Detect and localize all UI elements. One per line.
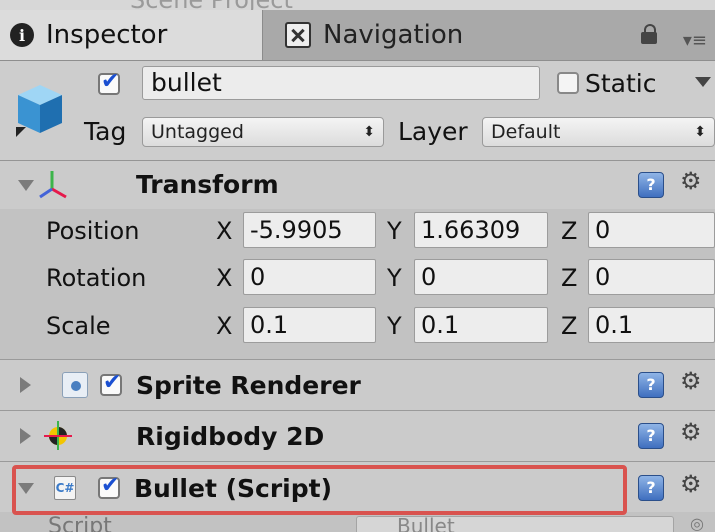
axis-x-label: X bbox=[216, 312, 233, 340]
position-x-field[interactable]: -5.9905 bbox=[243, 212, 376, 248]
tab-inspector[interactable]: i Inspector bbox=[0, 10, 263, 60]
scale-row: Scale X 0.1 Y 0.1 Z 0.1 bbox=[0, 304, 715, 352]
transform-title: Transform bbox=[136, 170, 279, 199]
position-label: Position bbox=[46, 217, 140, 245]
axis-z-label: Z bbox=[561, 264, 578, 292]
script-row: Script Bullet ◎ bbox=[0, 512, 715, 532]
active-checkbox[interactable] bbox=[98, 69, 120, 95]
static-label: Static bbox=[585, 68, 657, 98]
background-window-edge: Scene Project bbox=[0, 0, 715, 14]
rotation-y-field[interactable]: 0 bbox=[414, 259, 548, 295]
rotation-x-field[interactable]: 0 bbox=[243, 259, 376, 295]
transform-axes-icon bbox=[39, 171, 67, 199]
scale-label: Scale bbox=[46, 312, 111, 340]
object-header: bullet Static Tag Untagged ⬍ Layer Defau… bbox=[0, 61, 715, 161]
lock-icon[interactable] bbox=[641, 24, 657, 44]
foldout-collapsed-icon[interactable] bbox=[20, 377, 31, 393]
scale-y-field[interactable]: 0.1 bbox=[414, 307, 548, 343]
rigidbody-icon bbox=[44, 421, 72, 450]
transform-header[interactable]: Transform ? ⚙ bbox=[0, 161, 715, 209]
scale-z-field[interactable]: 0.1 bbox=[588, 307, 715, 343]
rigidbody2d-title: Rigidbody 2D bbox=[136, 422, 325, 451]
tab-bar: i Inspector Navigation ▾≡ bbox=[0, 10, 715, 61]
static-toggle[interactable]: Static bbox=[557, 67, 656, 99]
position-row: Position X -5.9905 Y 1.66309 Z 0 bbox=[0, 209, 715, 257]
tag-dropdown[interactable]: Untagged ⬍ bbox=[142, 117, 384, 147]
sprite-renderer-title: Sprite Renderer bbox=[136, 371, 361, 400]
rotation-label: Rotation bbox=[46, 264, 147, 292]
tag-label: Tag bbox=[84, 117, 127, 146]
layer-value: Default bbox=[491, 121, 561, 143]
axis-x-label: X bbox=[216, 217, 233, 245]
gameobject-cube-icon bbox=[16, 85, 62, 137]
script-object-field[interactable]: Bullet bbox=[356, 514, 674, 532]
help-icon[interactable]: ? bbox=[638, 372, 664, 398]
position-y-field[interactable]: 1.66309 bbox=[414, 212, 548, 248]
help-icon[interactable]: ? bbox=[638, 475, 664, 501]
axis-x-label: X bbox=[216, 264, 233, 292]
axis-y-label: Y bbox=[387, 312, 402, 340]
highlight-annotation-box bbox=[12, 465, 627, 515]
axis-z-label: Z bbox=[561, 217, 578, 245]
info-icon: i bbox=[10, 23, 34, 47]
axis-z-label: Z bbox=[561, 312, 578, 340]
help-icon[interactable]: ? bbox=[638, 172, 664, 198]
sprite-renderer-header[interactable]: Sprite Renderer ? ⚙ bbox=[0, 360, 715, 410]
tab-navigation-label: Navigation bbox=[323, 20, 464, 50]
rotation-z-field[interactable]: 0 bbox=[588, 259, 715, 295]
axis-y-label: Y bbox=[387, 264, 402, 292]
tag-value: Untagged bbox=[151, 121, 244, 143]
gear-icon[interactable]: ⚙ bbox=[680, 418, 702, 446]
static-dropdown-arrow-icon[interactable] bbox=[695, 77, 711, 87]
gear-icon[interactable]: ⚙ bbox=[680, 470, 702, 498]
tab-inspector-label: Inspector bbox=[46, 20, 168, 50]
layer-dropdown[interactable]: Default ⬍ bbox=[482, 117, 715, 147]
script-label: Script bbox=[48, 514, 112, 532]
gear-icon[interactable]: ⚙ bbox=[680, 167, 702, 195]
gear-icon[interactable]: ⚙ bbox=[680, 367, 702, 395]
sprite-renderer-icon bbox=[62, 372, 88, 398]
scale-x-field[interactable]: 0.1 bbox=[243, 307, 376, 343]
layer-label: Layer bbox=[398, 117, 468, 146]
tab-menu-icon[interactable]: ▾≡ bbox=[683, 30, 707, 51]
axis-y-label: Y bbox=[387, 217, 402, 245]
help-icon[interactable]: ? bbox=[638, 423, 664, 449]
object-name-field[interactable]: bullet bbox=[142, 66, 540, 100]
object-picker-icon[interactable]: ◎ bbox=[690, 514, 704, 532]
sprite-renderer-enabled-checkbox[interactable] bbox=[100, 370, 122, 396]
tab-navigation[interactable]: Navigation bbox=[263, 10, 513, 60]
position-z-field[interactable]: 0 bbox=[588, 212, 715, 248]
chevron-updown-icon: ⬍ bbox=[363, 124, 375, 140]
foldout-expanded-icon[interactable] bbox=[18, 180, 34, 191]
navigation-icon bbox=[285, 22, 311, 48]
static-checkbox[interactable] bbox=[557, 72, 579, 94]
chevron-updown-icon: ⬍ bbox=[694, 124, 706, 140]
foldout-collapsed-icon[interactable] bbox=[20, 428, 31, 444]
rigidbody2d-header[interactable]: Rigidbody 2D ? ⚙ bbox=[0, 411, 715, 461]
script-value: Bullet bbox=[397, 514, 455, 532]
rotation-row: Rotation X 0 Y 0 Z 0 bbox=[0, 256, 715, 304]
